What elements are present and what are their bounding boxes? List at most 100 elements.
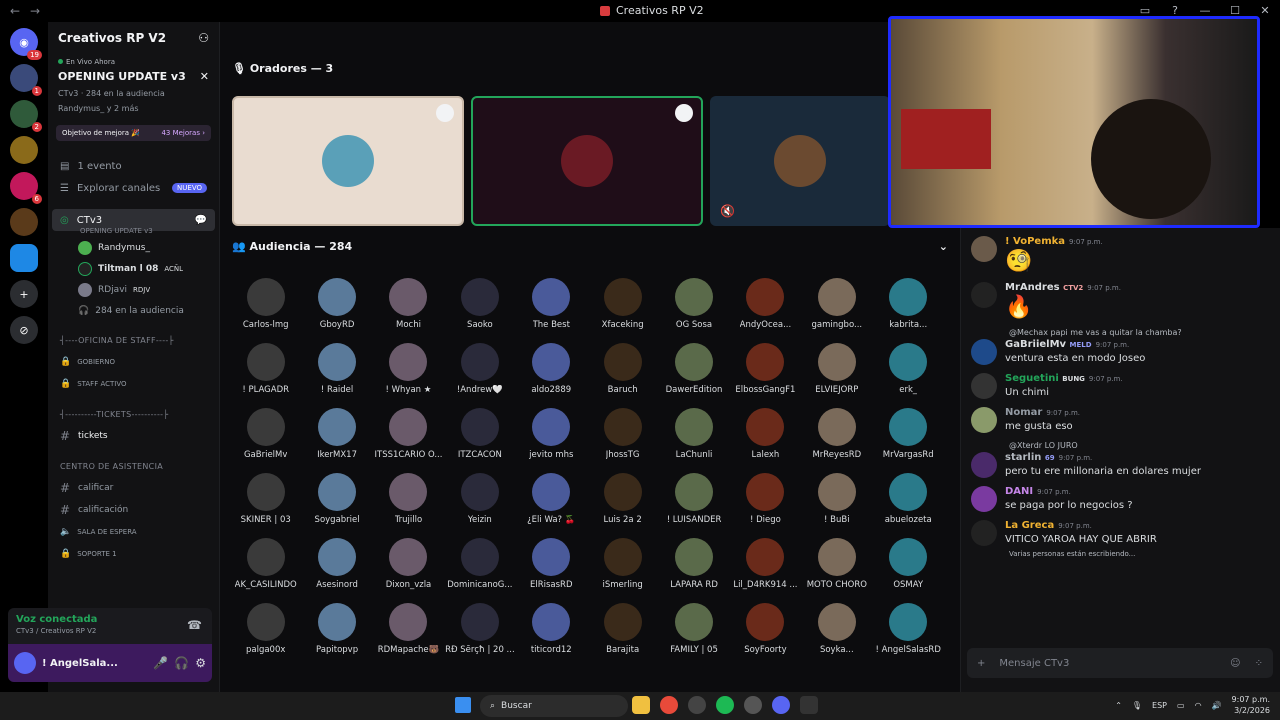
app-icon[interactable] [744, 696, 762, 714]
server-icon[interactable]: 1 [10, 64, 42, 96]
audience-member[interactable]: jevito mhs [516, 408, 587, 464]
audience-member[interactable]: Trujillo [373, 473, 444, 529]
mic-icon[interactable]: 🎤 [153, 656, 168, 670]
channel-staff-activo[interactable]: 🔒 STAFF ACTIVO [48, 373, 219, 395]
windows-start-icon[interactable] [455, 697, 471, 713]
audience-member[interactable]: IkerMX17 [301, 408, 372, 464]
add-member-icon[interactable]: ⚇ [198, 31, 209, 45]
audience-member[interactable]: OG Sosa [658, 278, 729, 334]
headphones-icon[interactable]: 🎧 [174, 656, 189, 670]
audience-member[interactable]: ! PLAGADR [230, 343, 301, 399]
explore-channels[interactable]: ☰ Explorar canales NUEVO [48, 177, 219, 199]
audience-count[interactable]: 🎧 284 en la audiencia [48, 300, 219, 321]
audience-member[interactable]: Dixon_vzla [373, 538, 444, 594]
avatar[interactable] [971, 373, 997, 399]
audience-member[interactable]: AK_CASILINDO [230, 538, 301, 594]
explore-icon[interactable]: ⊘ [10, 316, 38, 344]
server-icon[interactable] [10, 136, 38, 164]
stage-user[interactable]: RDjavi RDJV [48, 279, 219, 300]
audience-member[interactable]: Carlos-lmg [230, 278, 301, 334]
chat-icon[interactable]: 💬 [195, 215, 207, 226]
audience-member[interactable]: !Andrew🤍 [444, 343, 515, 399]
audience-member[interactable]: erk_ [873, 343, 944, 399]
speaker-tile[interactable] [471, 96, 703, 226]
audience-header[interactable]: 👥 Audiencia — 284 ⌄ [232, 240, 948, 253]
audience-member[interactable]: MrReyesRD [801, 408, 872, 464]
audience-member[interactable]: FAMILY | 05 [658, 603, 729, 659]
audience-member[interactable]: Saoko [444, 278, 515, 334]
audience-member[interactable]: OSMAY [873, 538, 944, 594]
guild-header[interactable]: Creativos RP V2 ⚇ [48, 22, 219, 54]
audience-member[interactable]: DominicanoG... [444, 538, 515, 594]
audience-member[interactable]: SoyFoorty [730, 603, 801, 659]
nav-arrows[interactable]: ←→ [10, 4, 50, 18]
events-link[interactable]: ▤ 1 evento [48, 155, 219, 177]
audience-member[interactable]: The Best [516, 278, 587, 334]
chevron-down-icon[interactable]: ⌄ [939, 240, 948, 253]
stage-user[interactable]: Randymus_ [48, 237, 219, 258]
speaker-tile[interactable]: 🔇 [710, 96, 890, 226]
file-explorer-icon[interactable] [632, 696, 650, 714]
audience-member[interactable]: ITZCACON [444, 408, 515, 464]
audience-member[interactable]: Lalexh [730, 408, 801, 464]
settings-gear-icon[interactable]: ⚙ [195, 656, 206, 670]
clock[interactable]: 9:07 p.m. 3/2/2026 [1232, 694, 1270, 716]
audience-member[interactable]: RDMapache🐻 [373, 603, 444, 659]
live-event-card[interactable]: En Vivo Ahora OPENING UPDATE v3 ✕ CTv3 · … [48, 54, 219, 113]
volume-icon[interactable]: 🔊 [1212, 701, 1222, 710]
audience-member[interactable]: Yeizin [444, 473, 515, 529]
audience-member[interactable]: RĐ Šērçħ | 20 ... [444, 603, 515, 659]
server-icon[interactable] [10, 244, 38, 272]
emoji-icon[interactable]: ☺ [1230, 658, 1240, 669]
audience-member[interactable]: abuelozeta [873, 473, 944, 529]
audience-member[interactable]: Mochi [373, 278, 444, 334]
audience-member[interactable]: Soygabriel [301, 473, 372, 529]
audience-member[interactable]: aldo2889 [516, 343, 587, 399]
avatar[interactable] [971, 407, 997, 433]
server-icon[interactable]: 2 [10, 100, 42, 132]
channel-calificacion[interactable]: # calificación [48, 499, 219, 521]
audience-member[interactable]: Soyka... [801, 603, 872, 659]
audience-member[interactable]: LAPARA RD [658, 538, 729, 594]
audience-member[interactable]: Asesinord [301, 538, 372, 594]
taskbar-search[interactable]: ⌕ Buscar [480, 695, 628, 717]
audience-member[interactable]: AndyOcea... [730, 278, 801, 334]
chrome-icon[interactable] [660, 696, 678, 714]
audience-member[interactable]: GboyRD [301, 278, 372, 334]
audience-member[interactable]: Baruch [587, 343, 658, 399]
avatar[interactable] [971, 236, 997, 262]
audience-member[interactable]: ElRisasRD [516, 538, 587, 594]
plus-icon[interactable]: + [977, 658, 985, 669]
mic-icon[interactable]: 🎙 [1132, 701, 1142, 710]
audience-member[interactable]: SKINER | 03 [230, 473, 301, 529]
audience-member[interactable]: iSmerling [587, 538, 658, 594]
speaker-tile[interactable] [232, 96, 464, 226]
audience-member[interactable]: MOTO CHORO [801, 538, 872, 594]
audience-member[interactable]: ¿Eli Wa? 🍒 [516, 473, 587, 529]
audience-member[interactable]: ! Whyan ★ [373, 343, 444, 399]
chat-input[interactable]: + Mensaje CTv3 ☺ ⁘ [967, 648, 1273, 678]
wifi-icon[interactable]: ◠ [1195, 701, 1202, 710]
channel-tickets[interactable]: # tickets [48, 425, 219, 447]
server-icon[interactable] [10, 208, 38, 236]
channel-soporte-1[interactable]: 🔒 SOPORTE 1 [48, 543, 219, 565]
audience-member[interactable]: GaBrielMv [230, 408, 301, 464]
audience-member[interactable]: kabrita... [873, 278, 944, 334]
display-icon[interactable]: ▭ [1177, 701, 1185, 710]
audience-member[interactable]: ! Raidel [301, 343, 372, 399]
steam-icon[interactable] [688, 696, 706, 714]
audience-member[interactable]: gamingbo... [801, 278, 872, 334]
server-icon[interactable]: 6 [10, 172, 42, 204]
avatar[interactable] [971, 520, 997, 546]
audience-member[interactable]: Papitopvp [301, 603, 372, 659]
audience-member[interactable]: Barajita [587, 603, 658, 659]
discord-icon[interactable] [772, 696, 790, 714]
channel-calificar[interactable]: # calificar [48, 477, 219, 499]
boost-goal[interactable]: Objetivo de mejora 🎉 43 Mejoras › [56, 125, 211, 141]
audience-member[interactable]: MrVargasRd [873, 408, 944, 464]
chevron-up-icon[interactable]: ⌃ [1115, 701, 1122, 710]
avatar[interactable] [971, 452, 997, 478]
audience-member[interactable]: ELVIEJORP [801, 343, 872, 399]
disconnect-icon[interactable]: ☎ [187, 618, 202, 632]
add-server-icon[interactable]: + [10, 280, 38, 308]
